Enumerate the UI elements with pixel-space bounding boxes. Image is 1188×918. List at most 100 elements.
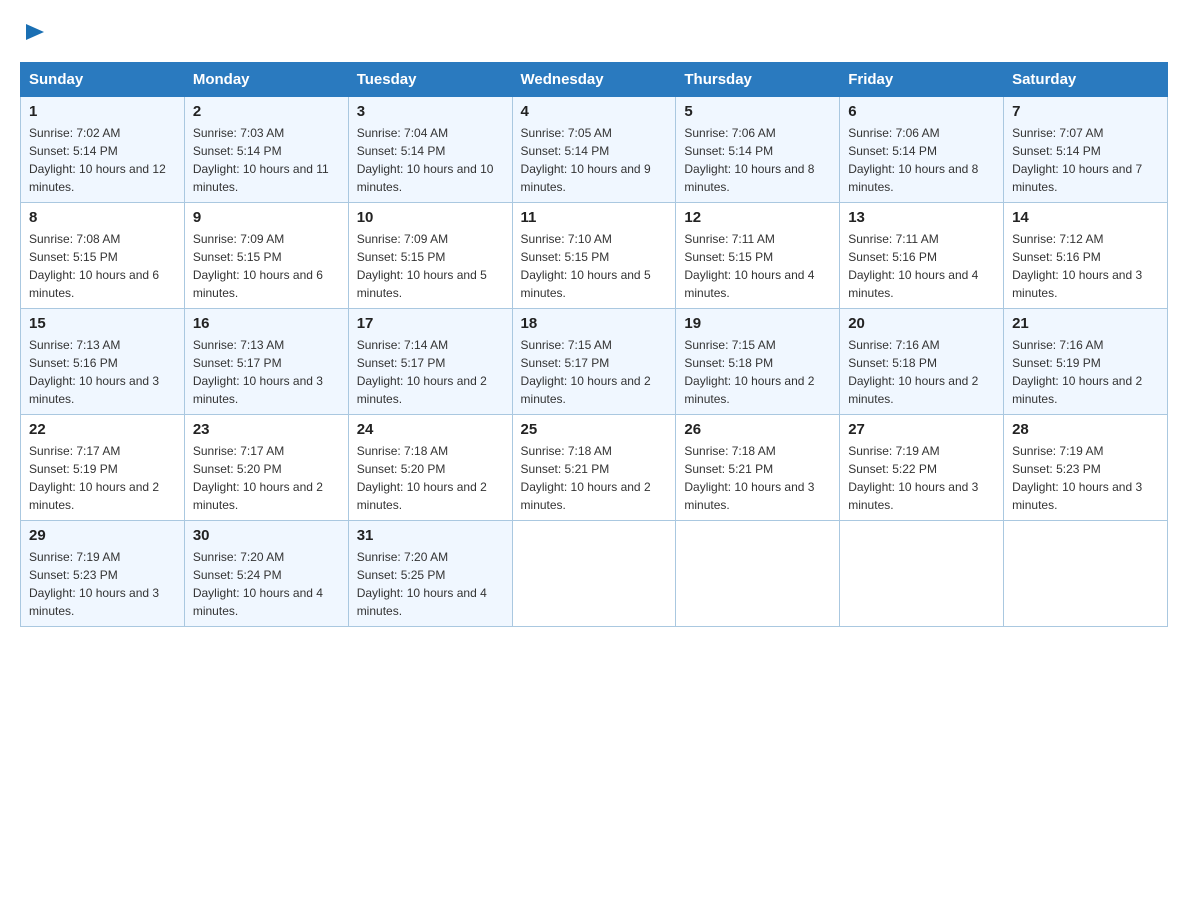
daylight-label: Daylight: 10 hours and 7 minutes. <box>1012 162 1142 194</box>
calendar-day-cell: 19 Sunrise: 7:15 AM Sunset: 5:18 PM Dayl… <box>676 309 840 415</box>
calendar-day-cell: 25 Sunrise: 7:18 AM Sunset: 5:21 PM Dayl… <box>512 415 676 521</box>
sunset-label: Sunset: 5:16 PM <box>29 356 118 370</box>
calendar-day-cell: 9 Sunrise: 7:09 AM Sunset: 5:15 PM Dayli… <box>184 203 348 309</box>
sunrise-label: Sunrise: 7:13 AM <box>29 338 120 352</box>
day-info: Sunrise: 7:09 AM Sunset: 5:15 PM Dayligh… <box>357 230 504 302</box>
calendar-day-cell: 24 Sunrise: 7:18 AM Sunset: 5:20 PM Dayl… <box>348 415 512 521</box>
day-number: 8 <box>29 209 176 226</box>
day-number: 5 <box>684 103 831 120</box>
calendar-day-cell: 6 Sunrise: 7:06 AM Sunset: 5:14 PM Dayli… <box>840 97 1004 203</box>
daylight-label: Daylight: 10 hours and 3 minutes. <box>1012 268 1142 300</box>
sunset-label: Sunset: 5:21 PM <box>521 462 610 476</box>
day-number: 17 <box>357 315 504 332</box>
calendar-day-cell: 16 Sunrise: 7:13 AM Sunset: 5:17 PM Dayl… <box>184 309 348 415</box>
calendar-day-cell: 2 Sunrise: 7:03 AM Sunset: 5:14 PM Dayli… <box>184 97 348 203</box>
day-info: Sunrise: 7:16 AM Sunset: 5:19 PM Dayligh… <box>1012 336 1159 408</box>
calendar-day-cell: 31 Sunrise: 7:20 AM Sunset: 5:25 PM Dayl… <box>348 521 512 627</box>
sunrise-label: Sunrise: 7:14 AM <box>357 338 448 352</box>
day-number: 28 <box>1012 421 1159 438</box>
day-number: 24 <box>357 421 504 438</box>
daylight-label: Daylight: 10 hours and 5 minutes. <box>357 268 487 300</box>
sunrise-label: Sunrise: 7:15 AM <box>684 338 775 352</box>
sunrise-label: Sunrise: 7:10 AM <box>521 232 612 246</box>
day-info: Sunrise: 7:07 AM Sunset: 5:14 PM Dayligh… <box>1012 124 1159 196</box>
calendar-week-row: 22 Sunrise: 7:17 AM Sunset: 5:19 PM Dayl… <box>21 415 1168 521</box>
calendar-week-row: 1 Sunrise: 7:02 AM Sunset: 5:14 PM Dayli… <box>21 97 1168 203</box>
calendar-day-cell <box>676 521 840 627</box>
daylight-label: Daylight: 10 hours and 2 minutes. <box>684 374 814 406</box>
day-number: 4 <box>521 103 668 120</box>
daylight-label: Daylight: 10 hours and 4 minutes. <box>684 268 814 300</box>
sunrise-label: Sunrise: 7:16 AM <box>1012 338 1103 352</box>
sunset-label: Sunset: 5:21 PM <box>684 462 773 476</box>
calendar-day-cell: 10 Sunrise: 7:09 AM Sunset: 5:15 PM Dayl… <box>348 203 512 309</box>
day-number: 16 <box>193 315 340 332</box>
day-number: 9 <box>193 209 340 226</box>
daylight-label: Daylight: 10 hours and 3 minutes. <box>29 374 159 406</box>
day-number: 18 <box>521 315 668 332</box>
day-info: Sunrise: 7:17 AM Sunset: 5:19 PM Dayligh… <box>29 442 176 514</box>
sunrise-label: Sunrise: 7:18 AM <box>357 444 448 458</box>
sunrise-label: Sunrise: 7:20 AM <box>193 550 284 564</box>
day-number: 21 <box>1012 315 1159 332</box>
sunset-label: Sunset: 5:18 PM <box>848 356 937 370</box>
daylight-label: Daylight: 10 hours and 6 minutes. <box>29 268 159 300</box>
calendar-week-row: 15 Sunrise: 7:13 AM Sunset: 5:16 PM Dayl… <box>21 309 1168 415</box>
calendar-day-cell: 1 Sunrise: 7:02 AM Sunset: 5:14 PM Dayli… <box>21 97 185 203</box>
sunrise-label: Sunrise: 7:06 AM <box>684 126 775 140</box>
sunset-label: Sunset: 5:16 PM <box>1012 250 1101 264</box>
daylight-label: Daylight: 10 hours and 2 minutes. <box>1012 374 1142 406</box>
sunset-label: Sunset: 5:17 PM <box>193 356 282 370</box>
col-tuesday: Tuesday <box>348 63 512 97</box>
daylight-label: Daylight: 10 hours and 3 minutes. <box>684 480 814 512</box>
logo-arrow-icon <box>22 18 50 46</box>
daylight-label: Daylight: 10 hours and 3 minutes. <box>848 480 978 512</box>
calendar-day-cell <box>840 521 1004 627</box>
day-number: 13 <box>848 209 995 226</box>
sunset-label: Sunset: 5:17 PM <box>521 356 610 370</box>
daylight-label: Daylight: 10 hours and 12 minutes. <box>29 162 166 194</box>
daylight-label: Daylight: 10 hours and 3 minutes. <box>1012 480 1142 512</box>
day-info: Sunrise: 7:14 AM Sunset: 5:17 PM Dayligh… <box>357 336 504 408</box>
day-number: 25 <box>521 421 668 438</box>
sunset-label: Sunset: 5:24 PM <box>193 568 282 582</box>
daylight-label: Daylight: 10 hours and 3 minutes. <box>193 374 323 406</box>
day-info: Sunrise: 7:11 AM Sunset: 5:15 PM Dayligh… <box>684 230 831 302</box>
sunrise-label: Sunrise: 7:12 AM <box>1012 232 1103 246</box>
day-info: Sunrise: 7:09 AM Sunset: 5:15 PM Dayligh… <box>193 230 340 302</box>
daylight-label: Daylight: 10 hours and 8 minutes. <box>848 162 978 194</box>
sunrise-label: Sunrise: 7:17 AM <box>29 444 120 458</box>
day-number: 12 <box>684 209 831 226</box>
day-info: Sunrise: 7:03 AM Sunset: 5:14 PM Dayligh… <box>193 124 340 196</box>
day-number: 30 <box>193 527 340 544</box>
day-number: 31 <box>357 527 504 544</box>
sunrise-label: Sunrise: 7:02 AM <box>29 126 120 140</box>
day-info: Sunrise: 7:04 AM Sunset: 5:14 PM Dayligh… <box>357 124 504 196</box>
day-info: Sunrise: 7:15 AM Sunset: 5:18 PM Dayligh… <box>684 336 831 408</box>
day-number: 10 <box>357 209 504 226</box>
calendar-day-cell: 12 Sunrise: 7:11 AM Sunset: 5:15 PM Dayl… <box>676 203 840 309</box>
sunrise-label: Sunrise: 7:19 AM <box>848 444 939 458</box>
sunset-label: Sunset: 5:14 PM <box>521 144 610 158</box>
daylight-label: Daylight: 10 hours and 2 minutes. <box>848 374 978 406</box>
calendar-day-cell: 7 Sunrise: 7:07 AM Sunset: 5:14 PM Dayli… <box>1004 97 1168 203</box>
calendar-day-cell: 23 Sunrise: 7:17 AM Sunset: 5:20 PM Dayl… <box>184 415 348 521</box>
day-info: Sunrise: 7:12 AM Sunset: 5:16 PM Dayligh… <box>1012 230 1159 302</box>
sunset-label: Sunset: 5:15 PM <box>521 250 610 264</box>
calendar-day-cell: 14 Sunrise: 7:12 AM Sunset: 5:16 PM Dayl… <box>1004 203 1168 309</box>
day-info: Sunrise: 7:02 AM Sunset: 5:14 PM Dayligh… <box>29 124 176 196</box>
col-thursday: Thursday <box>676 63 840 97</box>
calendar-day-cell: 29 Sunrise: 7:19 AM Sunset: 5:23 PM Dayl… <box>21 521 185 627</box>
col-wednesday: Wednesday <box>512 63 676 97</box>
calendar-day-cell: 15 Sunrise: 7:13 AM Sunset: 5:16 PM Dayl… <box>21 309 185 415</box>
daylight-label: Daylight: 10 hours and 11 minutes. <box>193 162 329 194</box>
sunrise-label: Sunrise: 7:18 AM <box>684 444 775 458</box>
day-info: Sunrise: 7:06 AM Sunset: 5:14 PM Dayligh… <box>684 124 831 196</box>
calendar-day-cell: 28 Sunrise: 7:19 AM Sunset: 5:23 PM Dayl… <box>1004 415 1168 521</box>
calendar-header-row: Sunday Monday Tuesday Wednesday Thursday… <box>21 63 1168 97</box>
day-info: Sunrise: 7:13 AM Sunset: 5:17 PM Dayligh… <box>193 336 340 408</box>
daylight-label: Daylight: 10 hours and 2 minutes. <box>357 374 487 406</box>
sunrise-label: Sunrise: 7:09 AM <box>357 232 448 246</box>
sunrise-label: Sunrise: 7:09 AM <box>193 232 284 246</box>
daylight-label: Daylight: 10 hours and 5 minutes. <box>521 268 651 300</box>
